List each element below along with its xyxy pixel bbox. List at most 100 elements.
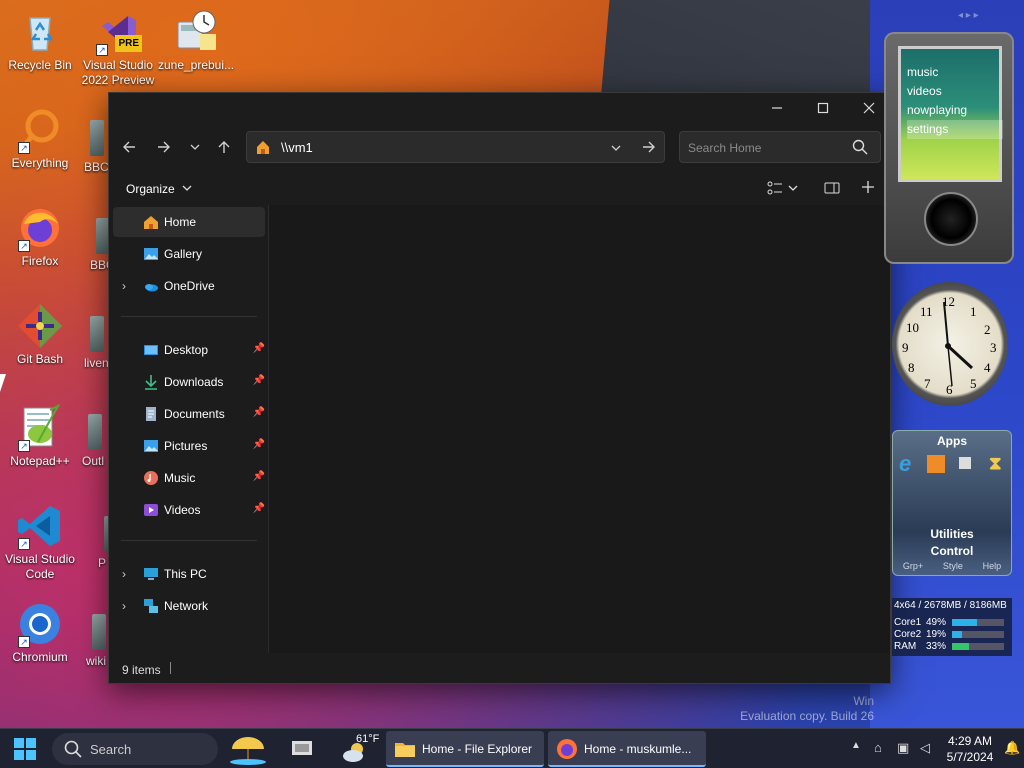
taskbar-app-file-explorer[interactable]: Home - File Explorer <box>386 731 544 767</box>
perf-row-value: 49% <box>926 617 947 628</box>
nav-item-gallery[interactable]: Gallery <box>113 239 265 269</box>
nav-item-pictures[interactable]: Pictures 📌 <box>113 431 265 461</box>
zune-gadget[interactable]: music videos nowplaying settings <box>884 32 1014 264</box>
nav-item-network[interactable]: › Network <box>113 591 265 621</box>
apps-gadget[interactable]: Apps e ⧗ Utilities Control Grp+ Style He… <box>892 430 1012 576</box>
pin-icon[interactable]: 📌 <box>253 439 265 450</box>
desktop-icon-partial-outl[interactable]: Outl <box>82 414 104 468</box>
visual-studio-icon: PRE ↗ <box>94 8 142 56</box>
view-options-button[interactable] <box>767 181 799 198</box>
apps-footer-style[interactable]: Style <box>943 561 963 571</box>
hourglass-icon[interactable]: ⧗ <box>989 453 1002 474</box>
back-button[interactable] <box>115 133 143 161</box>
pin-icon[interactable]: 📌 <box>253 471 265 482</box>
desktop-icon-partial-bbc-1[interactable]: BBC <box>84 120 109 174</box>
search-icon[interactable] <box>852 139 868 155</box>
pin-icon[interactable]: 📌 <box>253 375 265 386</box>
go-arrow-icon[interactable] <box>642 140 656 154</box>
address-text[interactable]: \\vm1 <box>281 140 313 155</box>
usb-safely-remove-icon[interactable]: ⌂ <box>874 740 882 755</box>
volume-muted-icon[interactable]: ◁ <box>920 740 930 756</box>
taskbar-search[interactable]: Search <box>52 733 218 765</box>
notepad-plus-plus-icon: ↗ <box>16 403 64 452</box>
desktop-icon-chromium[interactable]: ↗ Chromium <box>0 600 80 665</box>
desktop-icon-vscode[interactable]: ↗ Visual Studio Code <box>0 502 80 582</box>
home-icon <box>257 141 269 154</box>
chevron-right-icon[interactable]: › <box>122 279 126 293</box>
notification-bell-icon[interactable]: 🔔 <box>1004 740 1020 756</box>
pin-icon[interactable]: 📌 <box>253 343 265 354</box>
gadget-nav-arrows[interactable]: ◂ ▸ ▸ <box>958 10 979 21</box>
chevron-right-icon[interactable]: › <box>122 599 126 613</box>
small-app-icon[interactable] <box>959 457 971 469</box>
zune-menu-nowplaying[interactable]: nowplaying <box>907 101 1003 120</box>
nav-label: OneDrive <box>164 279 215 293</box>
partial-label: liven <box>84 356 109 370</box>
nav-item-downloads[interactable]: Downloads 📌 <box>113 367 265 397</box>
desktop-icon-firefox[interactable]: ↗ Firefox <box>0 204 80 269</box>
minimize-button[interactable] <box>754 93 800 123</box>
chevron-down-icon[interactable] <box>611 143 621 153</box>
clock-tray[interactable]: 4:29 AM 5/7/2024 <box>940 733 1000 765</box>
search-highlight[interactable] <box>226 733 270 768</box>
arrow-left-icon <box>123 141 135 153</box>
desktop-icon-notepad-plus-plus[interactable]: ↗ Notepad++ <box>0 403 80 469</box>
notepad-plus-plus-label: Notepad++ <box>10 454 70 468</box>
up-button[interactable] <box>210 133 238 161</box>
partial-label: BBC <box>84 160 109 174</box>
address-bar[interactable]: \\vm1 <box>246 131 665 163</box>
nav-item-home[interactable]: Home <box>113 207 265 237</box>
perf-bar-fill <box>952 619 978 626</box>
nav-item-music[interactable]: Music 📌 <box>113 463 265 493</box>
organize-button[interactable]: Organize <box>126 182 192 196</box>
start-button[interactable] <box>14 738 36 763</box>
shortcut-arrow-icon: ↗ <box>18 240 30 252</box>
nav-item-onedrive[interactable]: › OneDrive <box>113 271 265 301</box>
perf-row-value: 19% <box>926 629 947 640</box>
nav-label: Documents <box>164 407 225 421</box>
desktop-icon-git-bash[interactable]: Git Bash <box>0 302 80 367</box>
internet-explorer-icon[interactable]: e <box>899 451 911 477</box>
title-bar[interactable] <box>109 93 890 123</box>
network-tray-icon[interactable]: ▣ <box>897 740 909 756</box>
search-box[interactable] <box>679 131 881 163</box>
apps-footer-help[interactable]: Help <box>983 561 1002 571</box>
nav-item-documents[interactable]: Documents 📌 <box>113 399 265 429</box>
nav-item-videos[interactable]: Videos 📌 <box>113 495 265 525</box>
new-tab-button[interactable] <box>861 180 875 197</box>
maximize-button[interactable] <box>800 93 846 123</box>
forward-button[interactable] <box>150 133 178 161</box>
desktop-icon <box>144 345 158 355</box>
taskbar-app-firefox[interactable]: Home - muskumle... <box>548 731 706 767</box>
search-input[interactable] <box>688 139 848 157</box>
desktop-icon-everything[interactable]: ↗ Everything <box>0 106 80 171</box>
nav-label: Pictures <box>164 439 208 453</box>
show-hidden-icons-chevron-up-icon[interactable]: ▲ <box>851 740 861 751</box>
details-pane-button[interactable] <box>824 181 840 198</box>
task-view-button[interactable] <box>290 737 316 764</box>
apps-footer-grp[interactable]: Grp+ <box>903 561 923 571</box>
desktop-icon-zune-prebuilt[interactable]: zune_prebui... <box>156 8 236 73</box>
pin-icon[interactable]: 📌 <box>253 503 265 514</box>
vscode-icon: ↗ <box>16 502 64 550</box>
apps-utilities[interactable]: Utilities <box>893 527 1011 541</box>
desktop-icon-partial-liven[interactable]: liven <box>84 316 109 370</box>
recent-locations-button[interactable] <box>181 133 209 161</box>
apps-control[interactable]: Control <box>893 544 1011 558</box>
desktop-icon-partial-wiki[interactable]: wiki <box>86 614 106 668</box>
git-bash-label: Git Bash <box>16 352 64 366</box>
chevron-right-icon[interactable]: › <box>122 567 126 581</box>
everything-search-icon: ↗ <box>16 106 64 154</box>
zune-menu-videos[interactable]: videos <box>907 82 1003 101</box>
content-area[interactable] <box>269 205 890 653</box>
pin-icon[interactable]: 📌 <box>253 407 265 418</box>
zune-menu-music[interactable]: music <box>907 63 1003 82</box>
media-player-icon[interactable] <box>927 455 945 473</box>
zune-menu-settings[interactable]: settings <box>907 120 1003 139</box>
desktop-icon-recycle-bin[interactable]: Recycle Bin <box>0 8 80 73</box>
apps-footer: Grp+ Style Help <box>893 561 1011 571</box>
desktop-icon-visual-studio-preview[interactable]: PRE ↗ Visual Studio 2022 Preview <box>78 8 158 88</box>
zune-wheel[interactable] <box>924 192 978 246</box>
nav-item-this-pc[interactable]: › This PC <box>113 559 265 589</box>
nav-item-desktop[interactable]: Desktop 📌 <box>113 335 265 365</box>
